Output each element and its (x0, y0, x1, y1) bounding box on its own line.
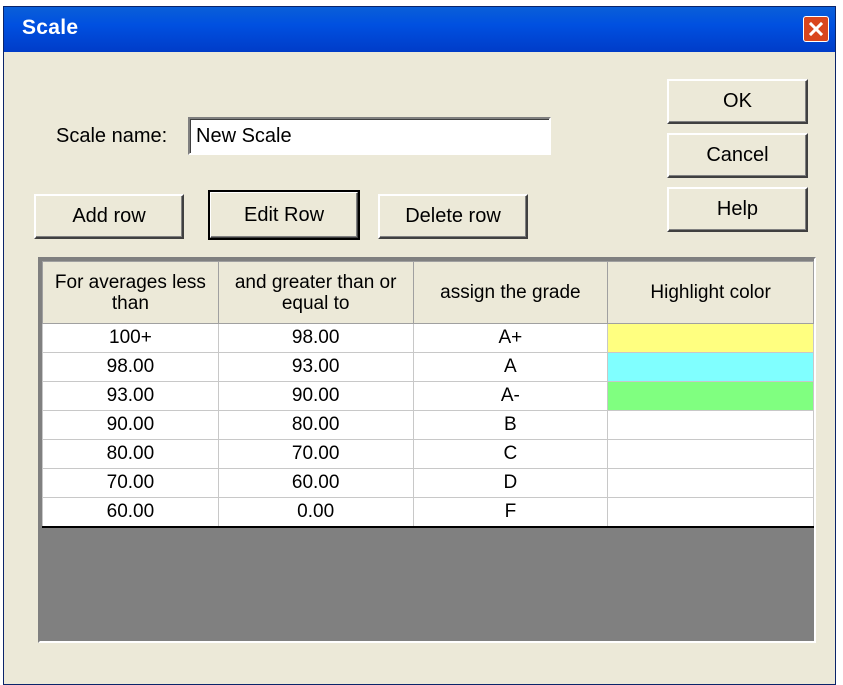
table-row[interactable]: 70.00 60.00 D (42, 468, 814, 498)
add-row-button[interactable]: Add row (34, 194, 184, 239)
cell-greater-equal[interactable]: 90.00 (217, 381, 414, 411)
cell-less-than[interactable]: 100+ (42, 323, 219, 353)
edit-row-button[interactable]: Edit Row (208, 190, 360, 240)
ok-button[interactable]: OK (667, 79, 808, 124)
cell-highlight-color[interactable] (607, 497, 814, 528)
cell-grade[interactable]: A+ (412, 323, 609, 353)
cell-grade[interactable]: F (412, 497, 609, 528)
cell-less-than[interactable]: 90.00 (42, 410, 219, 440)
cell-greater-equal[interactable]: 70.00 (217, 439, 414, 469)
cell-highlight-color[interactable] (607, 410, 814, 440)
window-title: Scale (22, 16, 79, 39)
table-row[interactable]: 60.00 0.00 F (42, 497, 814, 528)
table-header-row: For averages less than and greater than … (42, 261, 814, 324)
cell-highlight-color[interactable] (607, 439, 814, 469)
table-row[interactable]: 80.00 70.00 C (42, 439, 814, 469)
cell-less-than[interactable]: 93.00 (42, 381, 219, 411)
cell-greater-equal[interactable]: 98.00 (217, 323, 414, 353)
cell-grade[interactable]: D (412, 468, 609, 498)
close-icon (809, 22, 823, 36)
cell-less-than[interactable]: 70.00 (42, 468, 219, 498)
scale-name-input[interactable] (188, 117, 551, 155)
cell-greater-equal[interactable]: 0.00 (217, 497, 414, 528)
column-header-greater-equal[interactable]: and greater than or equal to (217, 261, 414, 324)
table-row[interactable]: 90.00 80.00 B (42, 410, 814, 440)
cell-grade[interactable]: C (412, 439, 609, 469)
cancel-button[interactable]: Cancel (667, 133, 808, 178)
cell-greater-equal[interactable]: 80.00 (217, 410, 414, 440)
cell-highlight-color[interactable] (607, 381, 814, 411)
title-bar[interactable]: Scale (4, 7, 835, 52)
cell-grade[interactable]: B (412, 410, 609, 440)
table-row[interactable]: 100+ 98.00 A+ (42, 323, 814, 353)
delete-row-button[interactable]: Delete row (378, 194, 528, 239)
cell-less-than[interactable]: 80.00 (42, 439, 219, 469)
table-row[interactable]: 93.00 90.00 A- (42, 381, 814, 411)
cell-grade[interactable]: A- (412, 381, 609, 411)
cell-greater-equal[interactable]: 93.00 (217, 352, 414, 382)
column-header-grade[interactable]: assign the grade (412, 261, 609, 324)
cell-greater-equal[interactable]: 60.00 (217, 468, 414, 498)
close-button[interactable] (803, 16, 829, 42)
help-button[interactable]: Help (667, 187, 808, 232)
grade-scale-table: For averages less than and greater than … (42, 261, 814, 528)
column-header-highlight-color[interactable]: Highlight color (607, 261, 814, 324)
column-header-less-than[interactable]: For averages less than (42, 261, 219, 324)
scale-dialog: Scale Scale name: OK Cancel Help Add row… (3, 6, 836, 685)
cell-grade[interactable]: A (412, 352, 609, 382)
cell-highlight-color[interactable] (607, 352, 814, 382)
table-row[interactable]: 98.00 93.00 A (42, 352, 814, 382)
cell-less-than[interactable]: 60.00 (42, 497, 219, 528)
scale-name-label: Scale name: (56, 125, 168, 147)
cell-highlight-color[interactable] (607, 323, 814, 353)
cell-highlight-color[interactable] (607, 468, 814, 498)
grade-scale-grid[interactable]: For averages less than and greater than … (38, 257, 816, 643)
cell-less-than[interactable]: 98.00 (42, 352, 219, 382)
